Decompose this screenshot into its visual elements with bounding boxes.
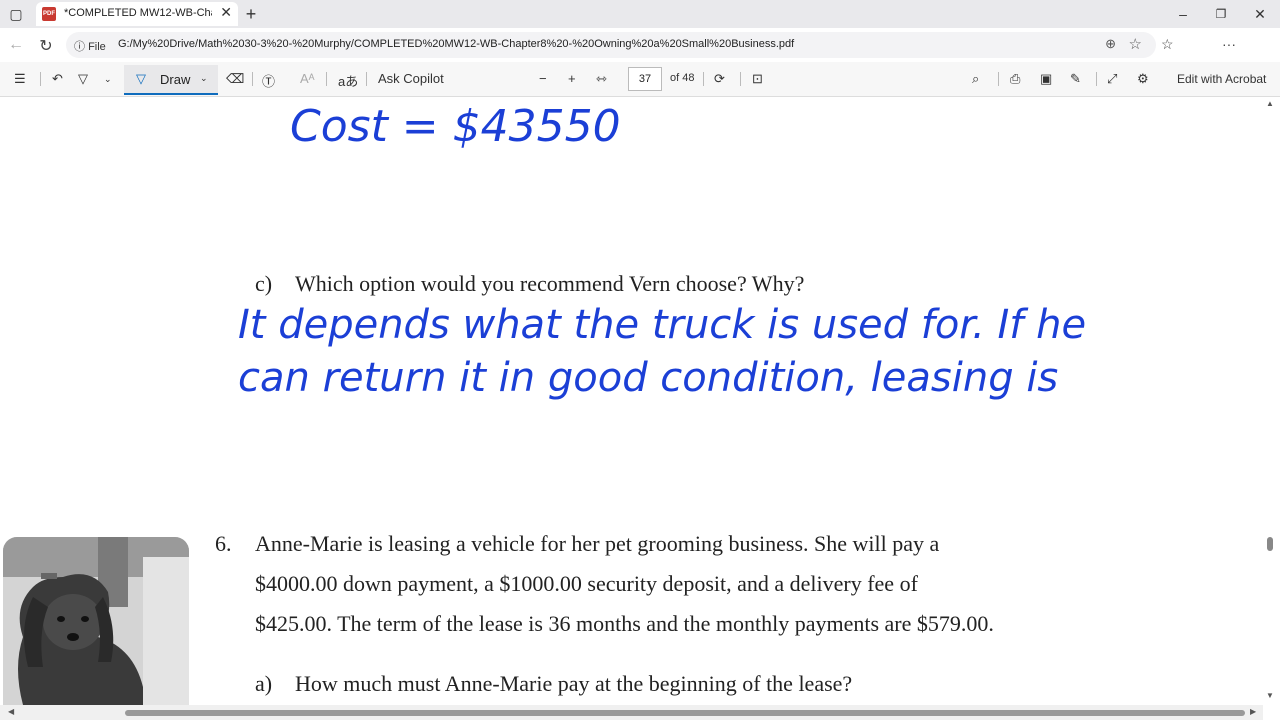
draw-dropdown-icon[interactable]: ⌄ [200, 73, 208, 84]
toolbar-divider [1096, 72, 1097, 86]
handwritten-cost: Cost = $43550 [290, 101, 621, 152]
toolbar-divider [998, 72, 999, 86]
translate-icon[interactable]: aあ [338, 71, 358, 90]
zoom-icon[interactable]: ⊕ [1105, 36, 1116, 52]
favorites-icon[interactable]: ☆ [1161, 36, 1174, 53]
site-info[interactable]: ⓘ File [74, 38, 106, 54]
rotate-icon[interactable]: ⟳ [714, 71, 725, 87]
question-c-letter: c) [255, 271, 273, 296]
undo-icon[interactable]: ↶ [52, 71, 63, 87]
tab-title: *COMPLETED MW12-WB-Chapte [64, 7, 212, 19]
question-c-text: Which option would you recommend Vern ch… [295, 271, 805, 296]
page-total: of 48 [670, 72, 695, 84]
close-window-icon[interactable]: ✕ [1250, 4, 1270, 24]
address-field[interactable]: ⓘ File G:/My%20Drive/Math%2030-3%20-%20M… [66, 32, 1156, 58]
address-bar-row: ← ↻ ⓘ File G:/My%20Drive/Math%2030-3%20-… [0, 28, 1280, 83]
browser-tab[interactable]: PDF *COMPLETED MW12-WB-Chapte ✕ [36, 2, 238, 26]
horizontal-scrollbar[interactable]: ◀ ▶ [0, 705, 1263, 720]
text-box-icon[interactable]: Ⓣ [262, 71, 275, 90]
problem-6-line-2: $4000.00 down payment, a $1000.00 securi… [255, 571, 918, 596]
draw-button[interactable]: ▽ Draw ⌄ [124, 65, 218, 95]
new-tab-icon[interactable]: + [241, 4, 261, 24]
print-icon[interactable]: ⎙ [1010, 71, 1020, 87]
toolbar-divider [40, 72, 41, 86]
handwritten-answer-line-1: It depends what the truck is used for. I… [238, 302, 1087, 348]
fullscreen-icon[interactable]: ⤢ [1107, 71, 1117, 87]
restore-icon[interactable]: ❐ [1211, 4, 1231, 24]
minimize-icon[interactable]: – [1173, 4, 1193, 24]
highlight-dropdown-icon[interactable]: ⌄ [104, 74, 112, 85]
save-icon[interactable]: ▣ [1040, 71, 1052, 87]
question-a-letter: a) [255, 671, 273, 696]
ask-copilot-button[interactable]: Ask Copilot [378, 71, 444, 86]
pdf-toolbar: ☰ ↶ ▽ ⌄ ▽ Draw ⌄ ⌫ Ⓣ Aᴬ aあ Ask Copilot −… [0, 62, 1280, 97]
toolbar-divider [703, 72, 704, 86]
toolbar-divider [326, 72, 327, 86]
pdf-favicon-icon: PDF [42, 7, 56, 21]
scroll-up-icon[interactable]: ▲ [1266, 99, 1274, 108]
scroll-right-icon[interactable]: ▶ [1250, 707, 1256, 716]
vertical-scroll-thumb[interactable] [1267, 537, 1273, 551]
settings-gear-icon[interactable]: ⚙ [1137, 71, 1149, 87]
tab-bar: ▢ PDF *COMPLETED MW12-WB-Chapte ✕ + – ❐ … [0, 0, 1280, 28]
webcam-overlay [3, 537, 189, 705]
vertical-scrollbar[interactable]: ▲ ▼ [1263, 97, 1280, 705]
more-menu-icon[interactable]: ··· [1222, 36, 1236, 52]
webcam-dog-image [3, 537, 189, 705]
fit-page-icon[interactable]: ⇿ [596, 71, 607, 87]
toolbar-divider [366, 72, 367, 86]
eraser-icon[interactable]: ⌫ [226, 71, 244, 87]
back-icon[interactable]: ← [6, 36, 26, 54]
horizontal-scroll-thumb[interactable] [125, 710, 1245, 716]
edit-with-acrobat-button[interactable]: Edit with Acrobat [1177, 72, 1266, 86]
toolbar-divider [252, 72, 253, 86]
scroll-left-icon[interactable]: ◀ [8, 707, 14, 716]
search-icon[interactable]: ⌕ [972, 71, 979, 87]
handwritten-answer-line-2: can return it in good condition, leasing… [238, 355, 1059, 401]
scroll-down-icon[interactable]: ▼ [1266, 691, 1274, 700]
toolbar-divider [740, 72, 741, 86]
refresh-icon[interactable]: ↻ [36, 36, 56, 56]
close-tab-icon[interactable]: ✕ [220, 4, 232, 21]
page-view-icon[interactable]: ⊡ [752, 71, 763, 87]
url-prefix: File [88, 41, 106, 53]
window-menu-icon[interactable]: ▢ [6, 4, 26, 24]
favorite-star-icon[interactable]: ☆ [1129, 35, 1142, 53]
problem-6-line-1: Anne-Marie is leasing a vehicle for her … [255, 531, 940, 556]
zoom-in-icon[interactable]: + [568, 71, 576, 86]
zoom-out-icon[interactable]: − [539, 71, 547, 86]
read-aloud-icon[interactable]: Aᴬ [300, 71, 315, 86]
url-text: G:/My%20Drive/Math%2030-3%20-%20Murphy/C… [118, 38, 795, 50]
question-a-text: How much must Anne-Marie pay at the begi… [295, 671, 853, 696]
page-number-input[interactable]: 37 [628, 67, 662, 91]
draw-pen-icon: ▽ [136, 71, 146, 86]
draw-label: Draw [160, 72, 191, 87]
problem-6-number: 6. [215, 531, 232, 556]
highlight-icon[interactable]: ▽ [78, 71, 88, 87]
save-as-icon[interactable]: ✎ [1070, 71, 1081, 87]
problem-6-line-3: $425.00. The term of the lease is 36 mon… [255, 611, 994, 636]
contents-icon[interactable]: ☰ [14, 71, 26, 87]
